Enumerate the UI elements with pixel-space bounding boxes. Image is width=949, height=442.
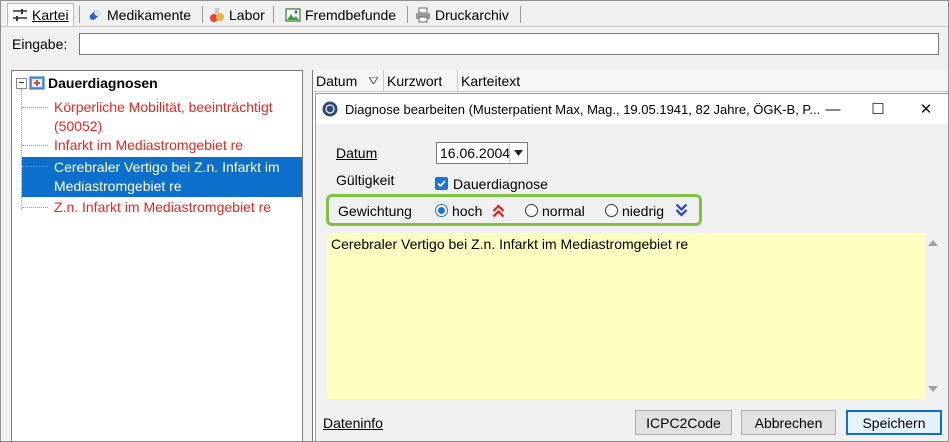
maximize-button[interactable]: ☐ — [856, 94, 900, 124]
app-window: Kartei Medikamente Labor Fremdbefunde Dr… — [0, 0, 949, 442]
save-button[interactable]: Speichern — [846, 410, 942, 435]
tab-label: Medikamente — [107, 6, 192, 23]
scroll-up-icon[interactable] — [928, 240, 938, 246]
sort-arrow-icon[interactable] — [369, 77, 378, 84]
folder-book-icon — [29, 76, 45, 90]
dateninfo-link[interactable]: Dateninfo — [323, 415, 383, 431]
tree-item-label: Z.n. Infarkt im Mediastromgebiet re — [54, 199, 272, 215]
gueltigkeit-label: Gültigkeit — [336, 172, 395, 188]
vertical-scrollbar[interactable] — [925, 233, 942, 399]
datum-label: Datum — [336, 145, 378, 161]
radio-hoch[interactable] — [435, 204, 448, 217]
pill-icon — [89, 9, 101, 20]
tree-item-cerebraler-vertigo[interactable]: Cerebraler Vertigo bei Z.n. Infarkt im M… — [22, 157, 302, 197]
radio-normal-label[interactable]: normal — [542, 203, 585, 219]
tab-bar: Kartei Medikamente Labor Fremdbefunde Dr… — [1, 1, 948, 27]
dauerdiagnose-checkbox[interactable] — [435, 177, 448, 190]
cancel-button[interactable]: Abbrechen — [741, 410, 836, 435]
double-chevron-down-blue-icon — [675, 203, 688, 217]
column-header-datum[interactable]: Datum — [316, 73, 357, 89]
tab-fremdbefunde[interactable]: Fremdbefunde — [285, 4, 396, 25]
tab-labor[interactable]: Labor — [209, 4, 265, 25]
column-header-kurzwort[interactable]: Kurzwort — [387, 73, 442, 89]
collapse-icon[interactable]: − — [16, 77, 27, 89]
radio-niedrig-label[interactable]: niedrig — [622, 203, 664, 219]
icpc2code-button[interactable]: ICPC2Code — [635, 410, 732, 435]
double-chevron-up-red-icon — [492, 204, 505, 218]
dialog-titlebar[interactable]: Diagnose bearbeiten (Musterpatient Max, … — [316, 94, 948, 124]
diagnose-dialog: Diagnose bearbeiten (Musterpatient Max, … — [315, 93, 948, 441]
printer-icon — [416, 7, 430, 22]
radio-hoch-label[interactable]: hoch — [452, 203, 482, 219]
diagnosis-tree[interactable]: − Dauerdiagnosen Körperliche Mobilität, … — [11, 70, 303, 441]
tree-item-label: Infarkt im Mediastromgebiet re — [54, 137, 244, 153]
minimize-button[interactable]: — — [811, 94, 855, 124]
tree-item-label: Cerebraler Vertigo bei Z.n. Infarkt im M… — [54, 159, 280, 194]
scroll-down-icon[interactable] — [928, 386, 938, 392]
tab-medikamente[interactable]: Medikamente — [87, 4, 191, 25]
tree-root-label: Dauerdiagnosen — [48, 75, 158, 91]
diagnose-text: Cerebraler Vertigo bei Z.n. Infarkt im M… — [331, 236, 689, 252]
tree-item-zn-infarkt[interactable]: Z.n. Infarkt im Mediastromgebiet re — [22, 198, 302, 217]
column-header-karteitext[interactable]: Karteitext — [461, 73, 520, 89]
close-button[interactable]: ✕ — [904, 94, 948, 124]
image-document-icon — [285, 7, 301, 22]
sliders-icon — [13, 9, 27, 21]
chevron-down-icon[interactable] — [509, 144, 526, 162]
dialog-title: Diagnose bearbeiten (Musterpatient Max, … — [345, 102, 821, 117]
grid-header: Datum Kurzwort Karteitext — [313, 70, 948, 92]
checkmark-icon — [437, 180, 446, 188]
lab-flask-icon — [210, 7, 224, 22]
tree-item-mobilitaet[interactable]: Körperliche Mobilität, beeinträchtigt (5… — [22, 98, 302, 136]
tab-label: Labor — [229, 6, 265, 23]
diagnose-text-area[interactable]: Cerebraler Vertigo bei Z.n. Infarkt im M… — [327, 233, 942, 399]
dauerdiagnose-label[interactable]: Dauerdiagnose — [453, 176, 548, 192]
tab-label: Kartei — [32, 7, 69, 23]
eingabe-label: Eingabe: — [12, 36, 68, 52]
tree-item-infarkt[interactable]: Infarkt im Mediastromgebiet re — [22, 136, 302, 155]
app-logo-icon — [322, 101, 338, 117]
radio-niedrig[interactable] — [605, 204, 618, 217]
tab-label: Druckarchiv — [435, 6, 509, 23]
tab-label: Fremdbefunde — [305, 6, 397, 23]
tab-druckarchiv[interactable]: Druckarchiv — [415, 4, 509, 25]
gewichtung-label: Gewichtung — [338, 203, 412, 219]
radio-normal[interactable] — [525, 204, 538, 217]
eingabe-input[interactable] — [79, 33, 939, 55]
tree-item-label: Körperliche Mobilität, beeinträchtigt (5… — [54, 99, 273, 134]
datum-value: 16.06.2004 — [440, 145, 511, 161]
tab-kartei[interactable]: Kartei — [7, 3, 74, 26]
datum-select[interactable]: 16.06.2004 — [436, 142, 528, 164]
tree-root-dauerdiagnosen[interactable]: − Dauerdiagnosen — [16, 75, 158, 91]
